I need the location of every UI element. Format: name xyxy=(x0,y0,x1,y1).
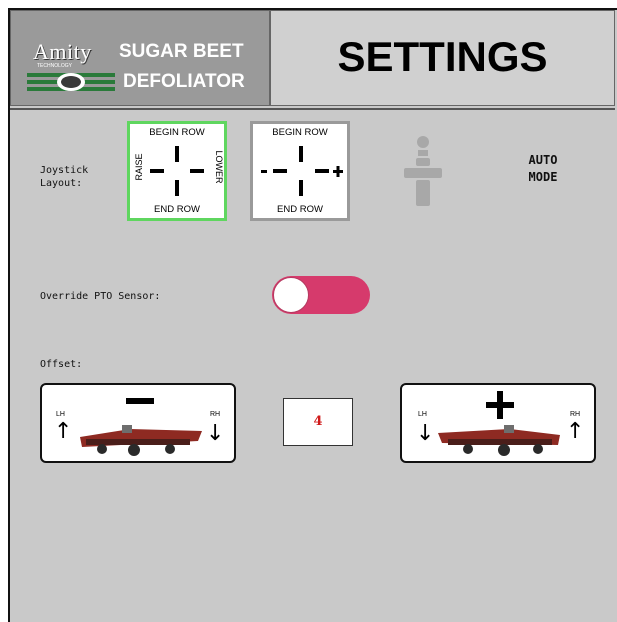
layout-a-bottom-label: END ROW xyxy=(154,204,200,215)
override-pto-label: Override PTO Sensor: xyxy=(40,291,161,302)
offset-decrease-button[interactable]: LH ↑ RH ↓ xyxy=(40,383,236,463)
joystick-label-line2: Layout: xyxy=(40,178,83,189)
page-title: SETTINGS xyxy=(337,33,548,80)
joystick-layout-option-a[interactable]: BEGIN ROW END ROW RAISE LOWER xyxy=(127,121,227,221)
plus-lh-tag: LH xyxy=(418,411,427,418)
joystick-icon xyxy=(404,136,442,206)
crosshair-plus-minus-icon xyxy=(261,146,343,196)
page-title-area: SETTINGS xyxy=(270,10,615,106)
amity-logo-subtext: TECHNOLOGY xyxy=(37,63,73,69)
arrow-down-icon: ↓ xyxy=(416,421,435,446)
toggle-knob xyxy=(273,277,309,313)
amity-logo-text: Amity xyxy=(33,39,92,64)
plus-rh-tag: RH xyxy=(570,411,581,418)
layout-b-bottom-label: END ROW xyxy=(277,204,323,215)
auto-mode-label: AUTO MODE xyxy=(508,152,578,186)
defoliator-machine-icon xyxy=(438,425,560,456)
plus-sign-icon xyxy=(486,391,514,419)
offset-value-display: 4 xyxy=(283,398,353,446)
crosshair-icon xyxy=(150,146,204,196)
arrow-up-icon: ↑ xyxy=(566,419,585,444)
minus-sign-icon xyxy=(126,398,154,404)
offset-increase-button[interactable]: LH ↓ RH ↑ xyxy=(400,383,596,463)
arrow-up-icon: ↑ xyxy=(54,419,73,444)
brand-title-line1: SUGAR BEET xyxy=(119,41,244,62)
layout-a-top-label: BEGIN ROW xyxy=(149,127,205,138)
joystick-layout-option-b[interactable]: BEGIN ROW END ROW xyxy=(250,121,350,221)
auto-mode-line1: AUTO xyxy=(528,153,558,167)
override-pto-toggle[interactable] xyxy=(272,276,370,314)
amity-stripes-icon xyxy=(27,73,115,91)
joystick-layout-label: Joystick Layout: xyxy=(40,164,88,190)
arrow-down-icon: ↓ xyxy=(206,421,225,446)
header-divider xyxy=(10,108,615,110)
minus-rh-tag: RH xyxy=(210,411,221,418)
auto-mode-line2: MODE xyxy=(528,170,558,184)
brand-title-line2: DEFOLIATOR xyxy=(123,71,245,92)
offset-label: Offset: xyxy=(40,359,83,370)
layout-a-left-label: RAISE xyxy=(134,153,144,181)
brand-logo-area: Amity TECHNOLOGY SUGAR BEET DEFOLIATOR xyxy=(10,10,270,106)
joystick-label-line1: Joystick xyxy=(40,165,89,176)
header-bar: Amity TECHNOLOGY SUGAR BEET DEFOLIATOR S… xyxy=(10,10,615,108)
defoliator-machine-icon xyxy=(80,425,202,456)
minus-lh-tag: LH xyxy=(56,411,65,418)
layout-a-right-label: LOWER xyxy=(214,150,224,184)
layout-b-top-label: BEGIN ROW xyxy=(272,127,328,138)
